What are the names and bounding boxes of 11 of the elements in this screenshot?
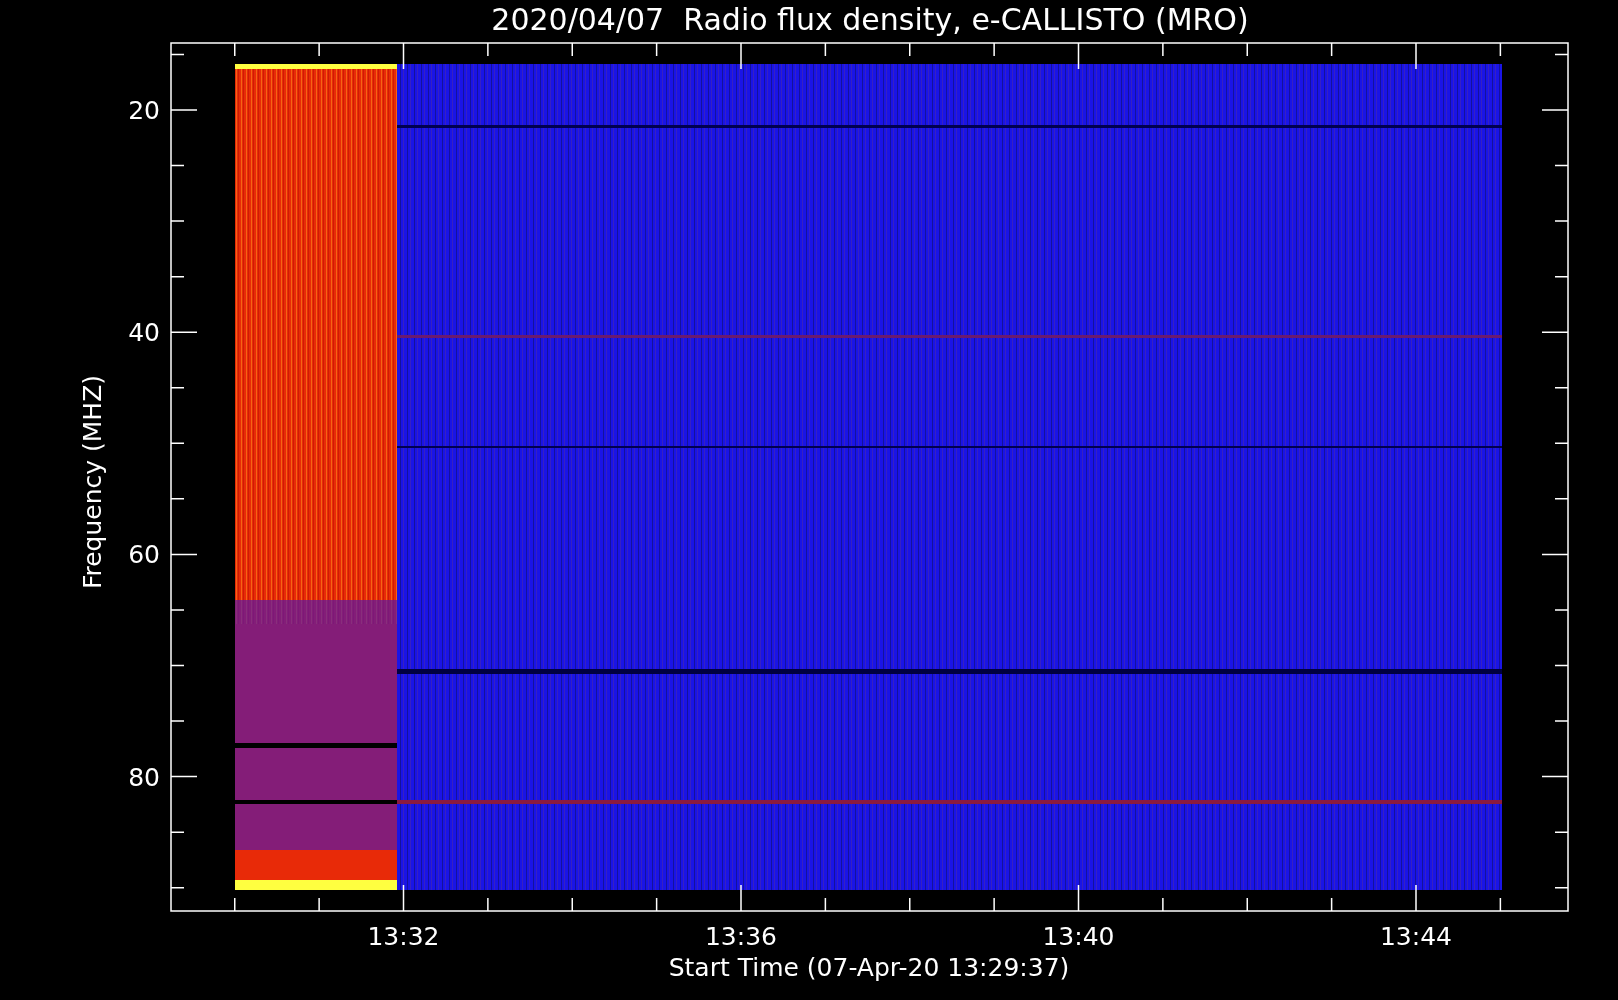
x-tick-label: 13:32	[367, 922, 440, 951]
y-tick-label: 80	[128, 762, 160, 792]
y-axis-label: Frequency (MHZ)	[78, 374, 107, 590]
y-tick-label: 20	[128, 96, 160, 125]
x-axis-label: Start Time (07-Apr-20 13:29:37)	[668, 953, 1070, 982]
y-tick-label: 60	[128, 540, 160, 570]
y-tick-label: 40	[128, 318, 160, 348]
chart-title: 2020/04/07 Radio flux density, e-CALLISTO (MRO)	[491, 2, 1249, 37]
x-tick-label: 13:44	[1380, 922, 1452, 951]
x-tick-label: 13:36	[705, 922, 777, 951]
x-tick-label: 13:40	[1042, 922, 1115, 951]
